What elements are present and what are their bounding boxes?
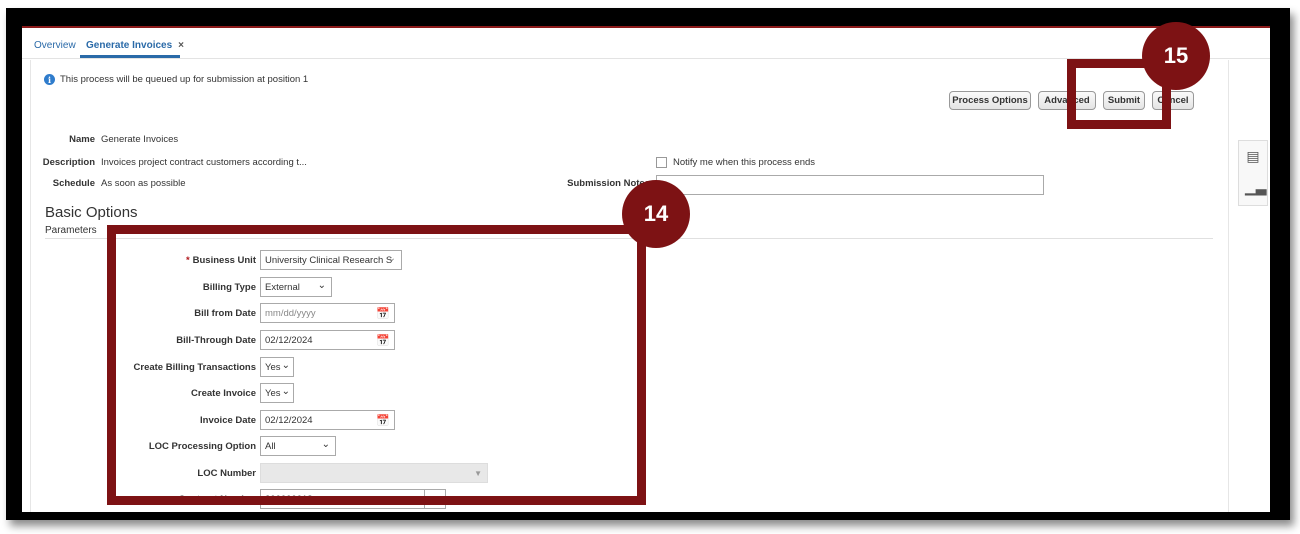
description-label: Description — [42, 157, 95, 168]
description-value: Invoices project contract customers acco… — [101, 157, 307, 168]
close-icon[interactable]: × — [178, 40, 184, 51]
info-message: i This process will be queued up for sub… — [44, 74, 308, 85]
info-icon: i — [44, 74, 55, 85]
tab-generate-invoices[interactable]: Generate Invoices × — [86, 40, 184, 51]
submission-notes-input[interactable] — [656, 175, 1044, 195]
notify-label: Notify me when this process ends — [673, 157, 816, 168]
section-subtitle: Parameters — [45, 225, 97, 236]
notify-checkbox[interactable] — [656, 157, 667, 168]
step-15-badge: 15 — [1142, 22, 1210, 90]
active-tab-indicator — [80, 55, 180, 58]
step-14-highlight-box — [107, 225, 646, 505]
section-title: Basic Options — [45, 204, 138, 221]
tab-bar: Overview Generate Invoices × — [22, 28, 1270, 59]
tab-overview[interactable]: Overview — [34, 40, 76, 51]
document-icon[interactable]: ▤ — [1245, 148, 1261, 164]
schedule-value: As soon as possible — [101, 178, 186, 189]
side-panel: ▤ ▁▃ — [1238, 140, 1268, 206]
submission-notes-label: Submission Notes — [567, 178, 650, 189]
name-value: Generate Invoices — [101, 134, 179, 145]
step-14-badge: 14 — [622, 180, 690, 248]
info-message-text: This process will be queued up for submi… — [60, 74, 309, 85]
name-label: Name — [69, 134, 95, 145]
schedule-label: Schedule — [52, 178, 95, 189]
tab-generate-invoices-label: Generate Invoices — [86, 40, 173, 51]
process-options-button[interactable]: Process Options — [949, 91, 1031, 110]
bar-chart-icon[interactable]: ▁▃ — [1245, 179, 1267, 195]
